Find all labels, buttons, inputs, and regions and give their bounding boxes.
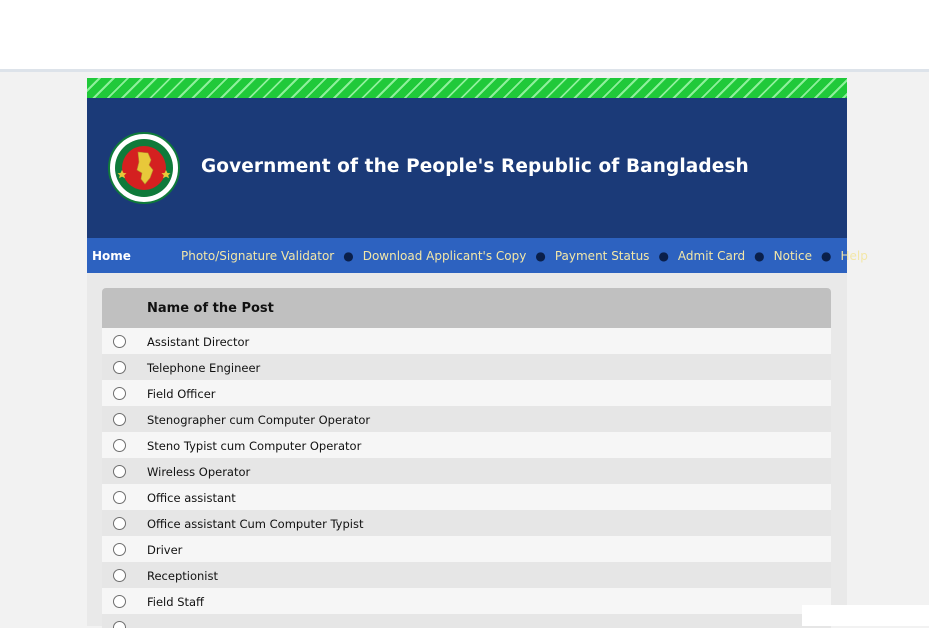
overlay-corner [802,605,929,626]
nav-separator-dot: ● [754,249,765,263]
post-option-row[interactable]: Office assistant Cum Computer Typist [102,510,831,536]
main-navigation: Home Photo/Signature Validator ● Downloa… [87,238,868,273]
radio-button[interactable] [113,595,126,608]
nav-separator-dot: ● [820,249,832,263]
post-option-label: Office assistant Cum Computer Typist [147,517,364,531]
radio-button[interactable] [113,335,126,348]
nav-separator-dot: ● [343,249,354,263]
post-option-row[interactable]: Receptionist [102,562,831,588]
nav-help[interactable]: Help [840,249,867,263]
radio-button[interactable] [113,491,126,504]
nav-links: Photo/Signature Validator ● Download App… [181,249,868,263]
post-option-label: Driver [147,543,183,557]
government-seal-icon [108,132,180,204]
post-option-label: Wireless Operator [147,465,251,479]
nav-download-applicant-copy[interactable]: Download Applicant's Copy [363,249,527,263]
post-option-label: Steno Typist cum Computer Operator [147,439,362,453]
radio-button[interactable] [113,543,126,556]
nav-separator-dot: ● [535,249,546,263]
recruitment-page: Government of the People's Republic of B… [87,78,868,628]
post-selection-table: Name of the Post Assistant Director Tele… [102,288,831,628]
post-column-title: Name of the Post [147,301,274,316]
post-option-label: Telephone Engineer [147,361,261,375]
nav-home-link[interactable]: Home [92,249,131,263]
page-title: Government of the People's Republic of B… [201,156,749,177]
post-option-label: Field Staff [147,595,204,609]
header-banner: Government of the People's Republic of B… [87,98,847,238]
browser-top-area [0,0,929,72]
post-option-row[interactable]: Wireless Operator [102,458,831,484]
post-option-row[interactable]: Office assistant [102,484,831,510]
radio-button[interactable] [113,361,126,374]
post-table-header: Name of the Post [102,288,831,328]
nav-photo-signature-validator[interactable]: Photo/Signature Validator [181,249,334,263]
post-option-label: Receptionist [147,569,218,583]
radio-button[interactable] [113,465,126,478]
post-option-row[interactable]: Telephone Engineer [102,354,831,380]
post-option-row[interactable]: Driver [102,536,831,562]
post-option-label: Office assistant [147,491,236,505]
post-option-row[interactable]: Assistant Director [102,328,831,354]
nav-separator-dot: ● [658,249,669,263]
nav-payment-status[interactable]: Payment Status [555,249,650,263]
post-option-label: Field Officer [147,387,216,401]
radio-button[interactable] [113,387,126,400]
radio-button[interactable] [113,517,126,530]
post-option-row[interactable]: Steno Typist cum Computer Operator [102,432,831,458]
post-list: Assistant Director Telephone Engineer Fi… [102,328,831,628]
post-option-label: Stenographer cum Computer Operator [147,413,371,427]
post-option-row[interactable]: Stenographer cum Computer Operator [102,406,831,432]
radio-button[interactable] [113,413,126,426]
post-option-label: Assistant Director [147,335,250,349]
radio-button[interactable] [113,569,126,582]
green-stripe-bar [87,78,847,98]
nav-admit-card[interactable]: Admit Card [678,249,745,263]
radio-button[interactable] [113,621,126,628]
radio-button[interactable] [113,439,126,452]
post-option-row[interactable]: Field Officer [102,380,831,406]
post-option-row[interactable]: Field Staff [102,588,831,614]
nav-notice[interactable]: Notice [774,249,812,263]
